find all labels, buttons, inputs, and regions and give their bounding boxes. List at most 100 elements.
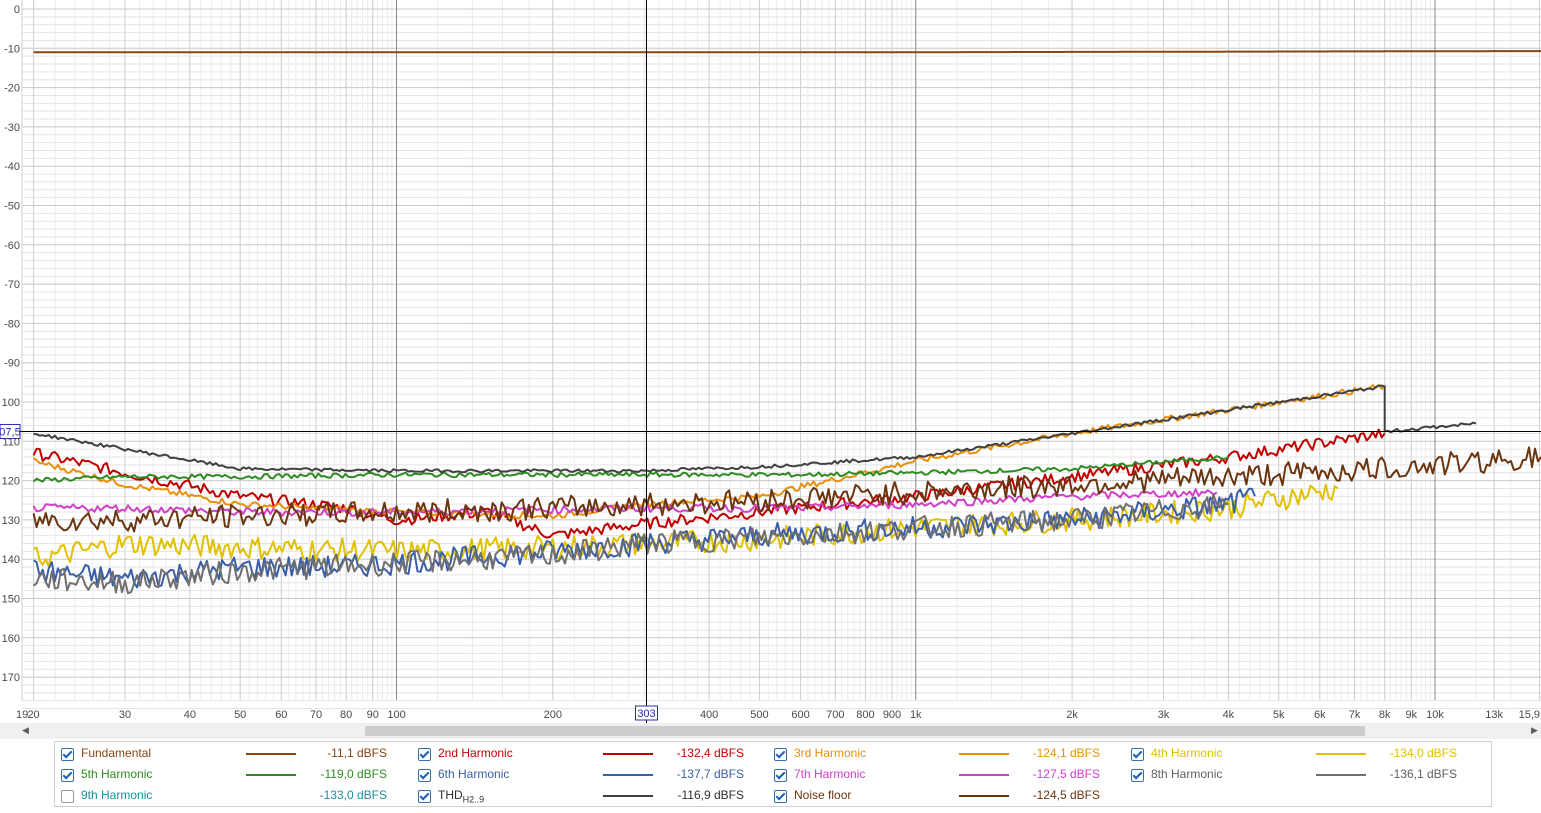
- x-tick-label: 50: [234, 709, 246, 721]
- legend-checkbox[interactable]: [774, 790, 787, 803]
- legend-label: 6th Harmonic: [438, 767, 510, 781]
- legend-value: -127,5 dBFS: [1032, 767, 1100, 781]
- legend-line-swatch: [959, 774, 1009, 776]
- legend-checkbox[interactable]: [418, 769, 431, 782]
- cursor-x-readout: 303: [637, 708, 655, 720]
- legend-checkbox[interactable]: [418, 790, 431, 803]
- legend-label: THDH2..9: [438, 788, 485, 805]
- scroll-right-icon[interactable]: ▶: [1531, 725, 1538, 736]
- x-tick-label: 13k: [1485, 709, 1503, 721]
- x-tick-label: 200: [544, 709, 562, 721]
- legend-label: 2nd Harmonic: [438, 746, 513, 760]
- legend-item: 9th Harmonic -133,0 dBFS: [61, 788, 411, 806]
- y-tick-label: -10: [4, 43, 20, 55]
- legend-checkbox[interactable]: [774, 769, 787, 782]
- legend-checkbox[interactable]: [1131, 748, 1144, 761]
- legend-line-swatch: [246, 774, 296, 776]
- legend-label: 4th Harmonic: [1151, 746, 1223, 760]
- legend-value: -133,0 dBFS: [319, 788, 387, 802]
- y-tick-label: -20: [4, 83, 20, 95]
- scroll-left-icon[interactable]: ◀: [22, 725, 29, 736]
- legend-line-swatch: [603, 795, 653, 797]
- y-tick-label: -60: [4, 240, 20, 252]
- legend-label: 9th Harmonic: [81, 788, 153, 802]
- legend-value: -11,1 dBFS: [327, 746, 387, 760]
- y-tick-label: 170: [2, 672, 20, 684]
- legend-checkbox[interactable]: [418, 748, 431, 761]
- y-tick-label: 150: [2, 594, 20, 606]
- legend-line-swatch: [603, 774, 653, 776]
- horizontal-scrollbar[interactable]: ◀ ▶: [0, 723, 1541, 739]
- legend-line-swatch: [603, 753, 653, 755]
- x-tick-label: 70: [310, 709, 322, 721]
- x-tick-label: 600: [791, 709, 809, 721]
- legend-item: Noise floor -124,5 dBFS: [774, 788, 1124, 806]
- legend-checkbox[interactable]: [61, 769, 74, 782]
- legend-checkbox[interactable]: [774, 748, 787, 761]
- legend-value: -124,5 dBFS: [1032, 788, 1100, 802]
- legend-line-swatch: [246, 753, 296, 755]
- x-tick-label: 19: [16, 709, 28, 721]
- x-tick-label: 7k: [1349, 709, 1361, 721]
- legend-item: 7th Harmonic -127,5 dBFS: [774, 767, 1124, 785]
- legend-item: 8th Harmonic -136,1 dBFS: [1131, 767, 1481, 785]
- x-tick-label: 4k: [1223, 709, 1235, 721]
- y-tick-label: -30: [4, 122, 20, 134]
- distortion-chart[interactable]: 07,5303 0-10-20-30-40-50-60-70-80-901001…: [0, 0, 1541, 723]
- x-tick-label: 100: [387, 709, 405, 721]
- legend-value: -134,0 dBFS: [1389, 746, 1457, 760]
- series-line-fundamental: [33, 50, 1541, 54]
- legend-value: -136,1 dBFS: [1389, 767, 1457, 781]
- legend-checkbox[interactable]: [61, 790, 74, 803]
- legend-item: 3rd Harmonic -124,1 dBFS: [774, 746, 1124, 764]
- y-tick-label: -90: [4, 358, 20, 370]
- x-tick-label: 30: [119, 709, 131, 721]
- legend-item: 6th Harmonic -137,7 dBFS: [418, 767, 768, 785]
- legend-item: 2nd Harmonic -132,4 dBFS: [418, 746, 768, 764]
- x-tick-label: 80: [340, 709, 352, 721]
- legend-label: 5th Harmonic: [81, 767, 153, 781]
- legend-item: THDH2..9 -116,9 dBFS: [418, 788, 768, 806]
- x-tick-label: 3k: [1158, 709, 1170, 721]
- legend-line-swatch: [959, 753, 1009, 755]
- legend-label: Fundamental: [81, 746, 152, 760]
- x-tick-label: 60: [275, 709, 287, 721]
- x-tick-label: 2k: [1066, 709, 1078, 721]
- x-tick-label: 800: [856, 709, 874, 721]
- y-tick-label: -50: [4, 201, 20, 213]
- y-tick-label: -40: [4, 161, 20, 173]
- legend-panel: Fundamental -11,1 dBFS 2nd Harmonic -132,4 …: [54, 741, 1492, 807]
- x-tick-label: 20: [27, 709, 39, 721]
- y-tick-label: -80: [4, 318, 20, 330]
- legend-line-swatch: [1316, 774, 1366, 776]
- y-tick-label: 130: [2, 515, 20, 527]
- legend-line-swatch: [959, 795, 1009, 797]
- y-tick-label: 120: [2, 476, 20, 488]
- x-tick-label: 5k: [1273, 709, 1285, 721]
- y-tick-label: 0: [14, 4, 20, 16]
- x-tick-label: 40: [184, 709, 196, 721]
- x-tick-label: 90: [367, 709, 379, 721]
- x-tick-label: 700: [826, 709, 844, 721]
- x-tick-label: 900: [883, 709, 901, 721]
- x-tick-label: 400: [700, 709, 718, 721]
- y-tick-label: -70: [4, 279, 20, 291]
- x-tick-label: 1k: [910, 709, 922, 721]
- legend-value: -137,7 dBFS: [676, 767, 744, 781]
- x-tick-label: 9k: [1405, 709, 1417, 721]
- legend-item: Fundamental -11,1 dBFS: [61, 746, 411, 764]
- legend-value: -119,0 dBFS: [320, 767, 387, 781]
- legend-item: 4th Harmonic -134,0 dBFS: [1131, 746, 1481, 764]
- x-tick-label: 500: [750, 709, 768, 721]
- legend-line-swatch: [1316, 753, 1366, 755]
- y-tick-label: 110: [2, 436, 20, 448]
- scroll-thumb[interactable]: [365, 726, 1365, 736]
- legend-checkbox[interactable]: [61, 748, 74, 761]
- x-tick-label: 15,9: [1519, 709, 1540, 721]
- legend-value: -124,1 dBFS: [1032, 746, 1100, 760]
- legend-label: Noise floor: [794, 788, 852, 802]
- legend-checkbox[interactable]: [1131, 769, 1144, 782]
- x-tick-label: 10k: [1426, 709, 1444, 721]
- legend-label: 7th Harmonic: [794, 767, 866, 781]
- legend-value: -116,9 dBFS: [677, 788, 744, 802]
